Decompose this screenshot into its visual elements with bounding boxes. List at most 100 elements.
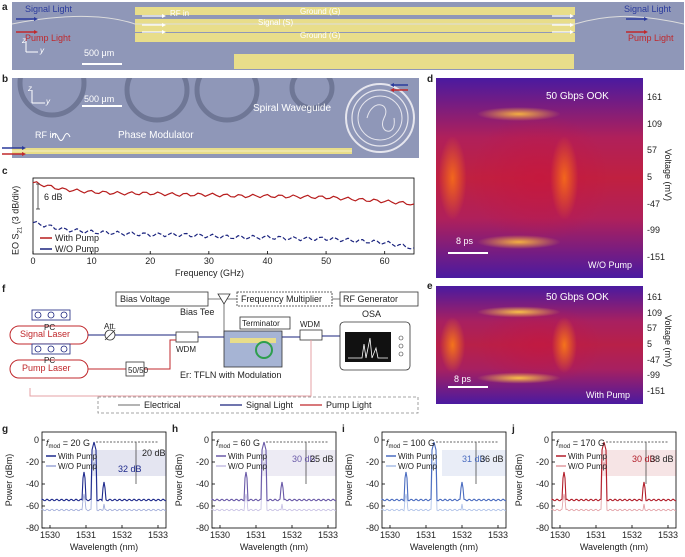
spec-xlabel-2: Wavelength (nm) (410, 542, 478, 552)
spec-ytick-0-2: -40 (26, 479, 39, 489)
rf-in-label-b: RF in (35, 130, 57, 140)
spec-xtick-0-2: 1532 (112, 530, 132, 540)
spec-ytick-1-3: -60 (196, 501, 209, 511)
spec-legend-wo-1: W/O Pump (228, 462, 268, 471)
eye-condition-d: W/O Pump (588, 260, 633, 270)
att-label: Att. (104, 322, 117, 331)
pump-light-left: Pump Light (25, 33, 71, 43)
spiral-waveguide-label: Spiral Waveguide (253, 103, 332, 114)
spec-xtick-1-2: 1532 (282, 530, 302, 540)
spec-xtick-0-1: 1531 (76, 530, 96, 540)
rf-generator-box: RF Generator (343, 294, 399, 304)
scale-bar-a: 500 μm (84, 48, 115, 58)
eye-scale-e: 8 ps (454, 374, 472, 384)
spec-ytick-0-3: -60 (26, 501, 39, 511)
fmod-label-2: fmod = 100 G (386, 438, 435, 450)
bias-voltage-box: Bias Voltage (120, 294, 171, 304)
spectrum-panel-1: 0 -20 -40 -60 -80 1530 1531 1532 1533 fmod = 60 G… (170, 428, 340, 556)
xtick-label-c-4: 40 (262, 256, 272, 266)
eye-ylabel-e: Voltage (mV) (663, 314, 673, 368)
fmod-label-1: fmod = 60 G (216, 438, 260, 450)
xtick-label-c-1: 10 (87, 256, 97, 266)
spec-xtick-0-3: 1533 (148, 530, 168, 540)
spec-ytick-3-4: -80 (536, 523, 549, 533)
panel-label-b: b (2, 74, 9, 85)
xtick-label-c-5: 50 (321, 256, 331, 266)
spec-xtick-2-3: 1533 (488, 530, 508, 540)
spec-ytick-1-2: -40 (196, 479, 209, 489)
eye-scale-d: 8 ps (456, 236, 474, 246)
legend-pump-light: Pump Light (326, 400, 372, 410)
eye-tick-3: 5 (647, 339, 653, 349)
eye-ylabel-d: Voltage (mV) (663, 148, 673, 202)
axis-z-a: z (22, 36, 26, 45)
spec-xtick-3-3: 1533 (658, 530, 678, 540)
terminator-label: Terminator (242, 319, 280, 328)
eye-tick-2: 57 (647, 323, 658, 334)
eye-tick-6: -151 (647, 252, 666, 262)
xlabel-c: Frequency (GHz) (175, 268, 244, 278)
spec-ytick-1-4: -80 (196, 523, 209, 533)
device-label: Er: TFLN with Modulation (180, 370, 282, 380)
osa-label: OSA (362, 309, 382, 319)
spec-ytick-1-1: -20 (196, 457, 209, 467)
eye-diagram-wo-pump: 50 Gbps OOK 8 ps W/O Pump (436, 78, 643, 278)
eye-tick-6: -151 (647, 386, 666, 397)
fmod-label-0: fmod = 20 G (46, 438, 90, 450)
signal-light-right: Signal Light (624, 4, 672, 14)
phase-modulator-label: Phase Modulator (118, 130, 194, 141)
spec-ylabel-0: Power (dBm) (4, 454, 14, 507)
eye-tick-4: -47 (647, 198, 661, 209)
spectrum-svg-3: 0 -20 -40 -60 -801530 1531 1532 1533 fmod = 170 … (514, 431, 678, 552)
spectrum-svg-1: 0 -20 -40 -60 -801530 1531 1532 1533 fmod = 60 G… (174, 431, 338, 552)
spec-ytick-2-4: -80 (366, 523, 379, 533)
eye-tick-4: -47 (647, 354, 661, 365)
eye-tick-1: 109 (647, 307, 663, 318)
eye-title-d: 50 Gbps OOK (546, 91, 609, 102)
wdm1-label: WDM (176, 345, 196, 354)
spec-ann1-0: 20 dB (142, 448, 166, 458)
eye-tick-0: 161 (647, 291, 663, 302)
spec-ylabel-2: Power (dBm) (344, 454, 354, 507)
xtick-label-c-2: 20 (145, 256, 155, 266)
axis-y-a: y (40, 46, 44, 55)
spec-ann2-3: 38 dB (650, 454, 674, 464)
spec-ytick-3-1: -20 (536, 457, 549, 467)
annotation-6db: 6 dB (44, 192, 63, 202)
xtick-label-c-3: 30 (204, 256, 214, 266)
spec-ann2-0: 32 dB (118, 464, 142, 474)
spec-xtick-3-2: 1532 (622, 530, 642, 540)
bias-tee-label: Bias Tee (180, 307, 215, 317)
eye-tick-1: 109 (647, 118, 663, 129)
ylabel-c: EO S21 (3 dB/div) (10, 185, 24, 256)
rf-in-label-a: RF in (170, 9, 190, 18)
experimental-setup (9, 291, 419, 414)
spec-ytick-3-3: -60 (536, 501, 549, 511)
eye-tick-5: -99 (647, 225, 661, 236)
spec-ytick-0-0: 0 (34, 435, 39, 445)
spec-legend-wo-2: W/O Pump (398, 462, 438, 471)
spec-ytick-2-0: 0 (374, 435, 379, 445)
spec-legend-wo-3: W/O Pump (568, 462, 608, 471)
device-micrograph-a (12, 2, 684, 70)
spec-ytick-0-1: -20 (26, 457, 39, 467)
series-with-pump (32, 181, 415, 206)
pc1-label: PC (44, 323, 56, 332)
spec-ytick-0-4: -80 (26, 523, 39, 533)
spec-ann2-1: 25 dB (310, 454, 334, 464)
eye-tick-5: -99 (647, 370, 661, 381)
legend-wo-pump-c: W/O Pump (55, 244, 99, 254)
legend-electrical: Electrical (144, 400, 181, 410)
ground-top-label: Ground (G) (300, 7, 341, 16)
spectrum-svg-0: 0 -20 -40 -60 -801530 1531 1532 1533 fmod = 20 G… (4, 431, 168, 552)
ground-bottom-label: Ground (G) (300, 31, 341, 40)
spec-ytick-3-2: -40 (536, 479, 549, 489)
legend-signal-light: Signal Light (246, 400, 294, 410)
eye-diagram-with-pump: 50 Gbps OOK 8 ps With Pump (436, 286, 643, 404)
spec-ann2-2: 36 dB (480, 454, 504, 464)
spec-ytick-2-3: -60 (366, 501, 379, 511)
spectrum-panel-2: 0 -20 -40 -60 -80 1530 1531 1532 1533 fmod = 100 … (340, 428, 510, 556)
spec-ylabel-1: Power (dBm) (174, 454, 184, 507)
spec-ytick-2-2: -40 (366, 479, 379, 489)
spec-xlabel-3: Wavelength (nm) (580, 542, 648, 552)
